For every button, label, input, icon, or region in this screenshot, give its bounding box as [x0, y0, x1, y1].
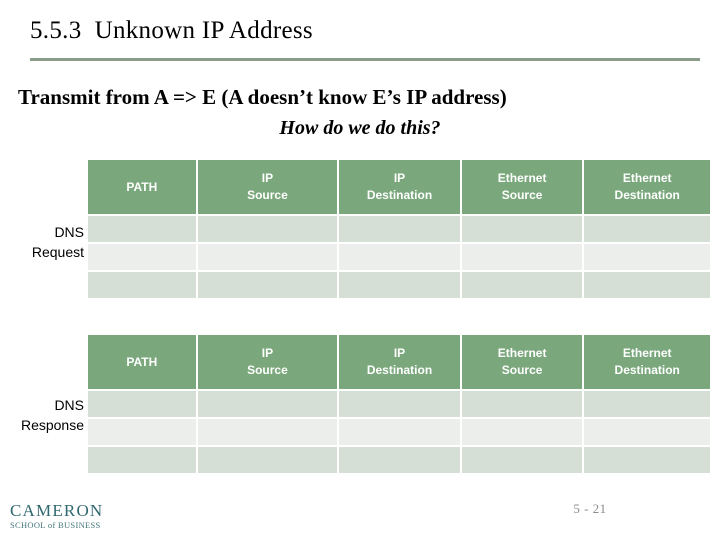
dns-request-label-line2: Request: [31, 244, 84, 260]
cell-path[interactable]: [88, 419, 196, 445]
cell-path[interactable]: [88, 391, 196, 417]
table-header-row: PATH IP Source IP Destination Ethernet S…: [88, 335, 711, 389]
cell-ip-destination[interactable]: [339, 216, 460, 242]
question-prompt: How do we do this?: [279, 117, 441, 139]
column-header-path: PATH: [88, 160, 196, 214]
cell-path[interactable]: [88, 216, 196, 242]
column-header-ethernet-destination: Ethernet Destination: [584, 335, 711, 389]
table-row: [88, 216, 711, 242]
cell-ethernet-source[interactable]: [461, 419, 583, 445]
column-header-ip-destination-line2: Destination: [366, 188, 433, 202]
cell-ethernet-destination[interactable]: [584, 272, 711, 298]
column-header-ip-destination-line1: IP: [393, 171, 406, 185]
column-header-ethernet-source-line1: Ethernet: [497, 171, 547, 185]
cell-ip-destination[interactable]: [339, 447, 460, 473]
column-header-ip-destination: IP Destination: [339, 335, 460, 389]
column-header-ethernet-destination-line1: Ethernet: [622, 346, 672, 360]
column-header-ethernet-destination-line2: Destination: [614, 363, 680, 377]
page-title: 5.5.3 Unknown IP Address: [30, 17, 313, 44]
cell-ip-source[interactable]: [197, 391, 338, 417]
cell-ip-source[interactable]: [197, 419, 338, 445]
table-row: [88, 419, 711, 445]
table-row: [88, 244, 711, 270]
page-number: 5 - 21: [573, 501, 607, 516]
column-header-ethernet-source-line2: Source: [501, 188, 543, 202]
transmit-statement: Transmit from A => E (A doesn’t know E’s…: [18, 85, 507, 109]
table-row: [88, 272, 711, 298]
table-row: [88, 391, 711, 417]
column-header-ethernet-destination-line1: Ethernet: [622, 171, 672, 185]
column-header-ethernet-source-line2: Source: [501, 363, 543, 377]
column-header-ip-source-line1: IP: [261, 171, 274, 185]
dns-response-label: DNS Response: [0, 395, 84, 435]
cell-ethernet-destination[interactable]: [584, 244, 711, 270]
column-header-ethernet-destination-line2: Destination: [614, 188, 680, 202]
logo-primary-text: CAMERON: [10, 501, 104, 520]
cell-ethernet-source[interactable]: [461, 216, 583, 242]
column-header-path-line1: PATH: [126, 179, 158, 194]
column-header-ip-destination: IP Destination: [339, 160, 460, 214]
cell-ip-source[interactable]: [197, 216, 338, 242]
table-row: [88, 447, 711, 473]
column-header-ip-source: IP Source: [197, 160, 338, 214]
cell-ip-destination[interactable]: [339, 244, 460, 270]
cell-ip-source[interactable]: [197, 272, 338, 298]
cell-path[interactable]: [88, 244, 196, 270]
column-header-ethernet-destination: Ethernet Destination: [584, 160, 711, 214]
cell-path[interactable]: [88, 447, 196, 473]
column-header-ip-destination-line1: IP: [393, 346, 406, 360]
column-header-ip-source-line1: IP: [261, 346, 274, 360]
column-header-ip-destination-line2: Destination: [366, 363, 433, 377]
column-header-ethernet-source-line1: Ethernet: [497, 346, 547, 360]
column-header-path: PATH: [88, 335, 196, 389]
dns-request-label: DNS Request: [0, 222, 84, 262]
column-header-ethernet-source: Ethernet Source: [461, 160, 583, 214]
cell-ethernet-destination[interactable]: [584, 216, 711, 242]
dns-request-label-line1: DNS: [54, 224, 84, 240]
cell-ip-source[interactable]: [197, 447, 338, 473]
column-header-ethernet-source: Ethernet Source: [461, 335, 583, 389]
cell-ethernet-source[interactable]: [461, 447, 583, 473]
table-header-row: PATH IP Source IP Destination Ethernet S…: [88, 160, 711, 214]
cell-ethernet-destination[interactable]: [584, 391, 711, 417]
dns-request-table: PATH IP Source IP Destination Ethernet S…: [88, 160, 711, 298]
column-header-ip-source: IP Source: [197, 335, 338, 389]
cell-ethernet-source[interactable]: [461, 272, 583, 298]
cell-ip-destination[interactable]: [339, 419, 460, 445]
column-header-ip-source-line2: Source: [247, 363, 288, 377]
logo-secondary-text: SCHOOL of BUSINESS: [10, 520, 101, 530]
dns-response-label-line2: Response: [20, 417, 84, 433]
title-divider: [30, 58, 700, 61]
cell-ip-destination[interactable]: [339, 272, 460, 298]
cell-ethernet-source[interactable]: [461, 244, 583, 270]
cell-ethernet-destination[interactable]: [584, 447, 711, 473]
column-header-ip-source-line2: Source: [247, 188, 288, 202]
dns-response-table: PATH IP Source IP Destination Ethernet S…: [88, 335, 711, 473]
column-header-path-line1: PATH: [126, 354, 158, 369]
cameron-school-of-business-logo: CAMERON SCHOOL of BUSINESS: [10, 502, 114, 531]
cell-ethernet-source[interactable]: [461, 391, 583, 417]
cell-path[interactable]: [88, 272, 196, 298]
cell-ip-source[interactable]: [197, 244, 338, 270]
cell-ethernet-destination[interactable]: [584, 419, 711, 445]
dns-response-label-line1: DNS: [54, 397, 84, 413]
cell-ip-destination[interactable]: [339, 391, 460, 417]
